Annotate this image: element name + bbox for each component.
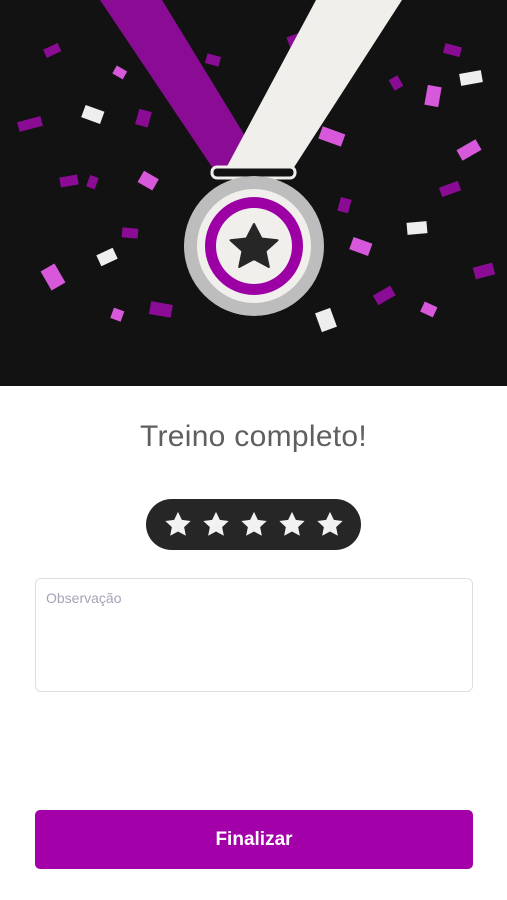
finish-button[interactable]: Finalizar	[35, 810, 473, 869]
rating-star-1-icon[interactable]	[162, 509, 194, 541]
rating-star-4-icon[interactable]	[276, 509, 308, 541]
rating-star-5-icon[interactable]	[314, 509, 346, 541]
rating-star-3-icon[interactable]	[238, 509, 270, 541]
medal	[184, 176, 324, 316]
star-rating	[146, 499, 361, 550]
page-title: Treino completo!	[139, 420, 368, 453]
observation-field[interactable]	[35, 578, 473, 692]
rating-star-2-icon[interactable]	[200, 509, 232, 541]
medal-illustration	[0, 0, 507, 386]
hero-illustration	[0, 0, 507, 386]
